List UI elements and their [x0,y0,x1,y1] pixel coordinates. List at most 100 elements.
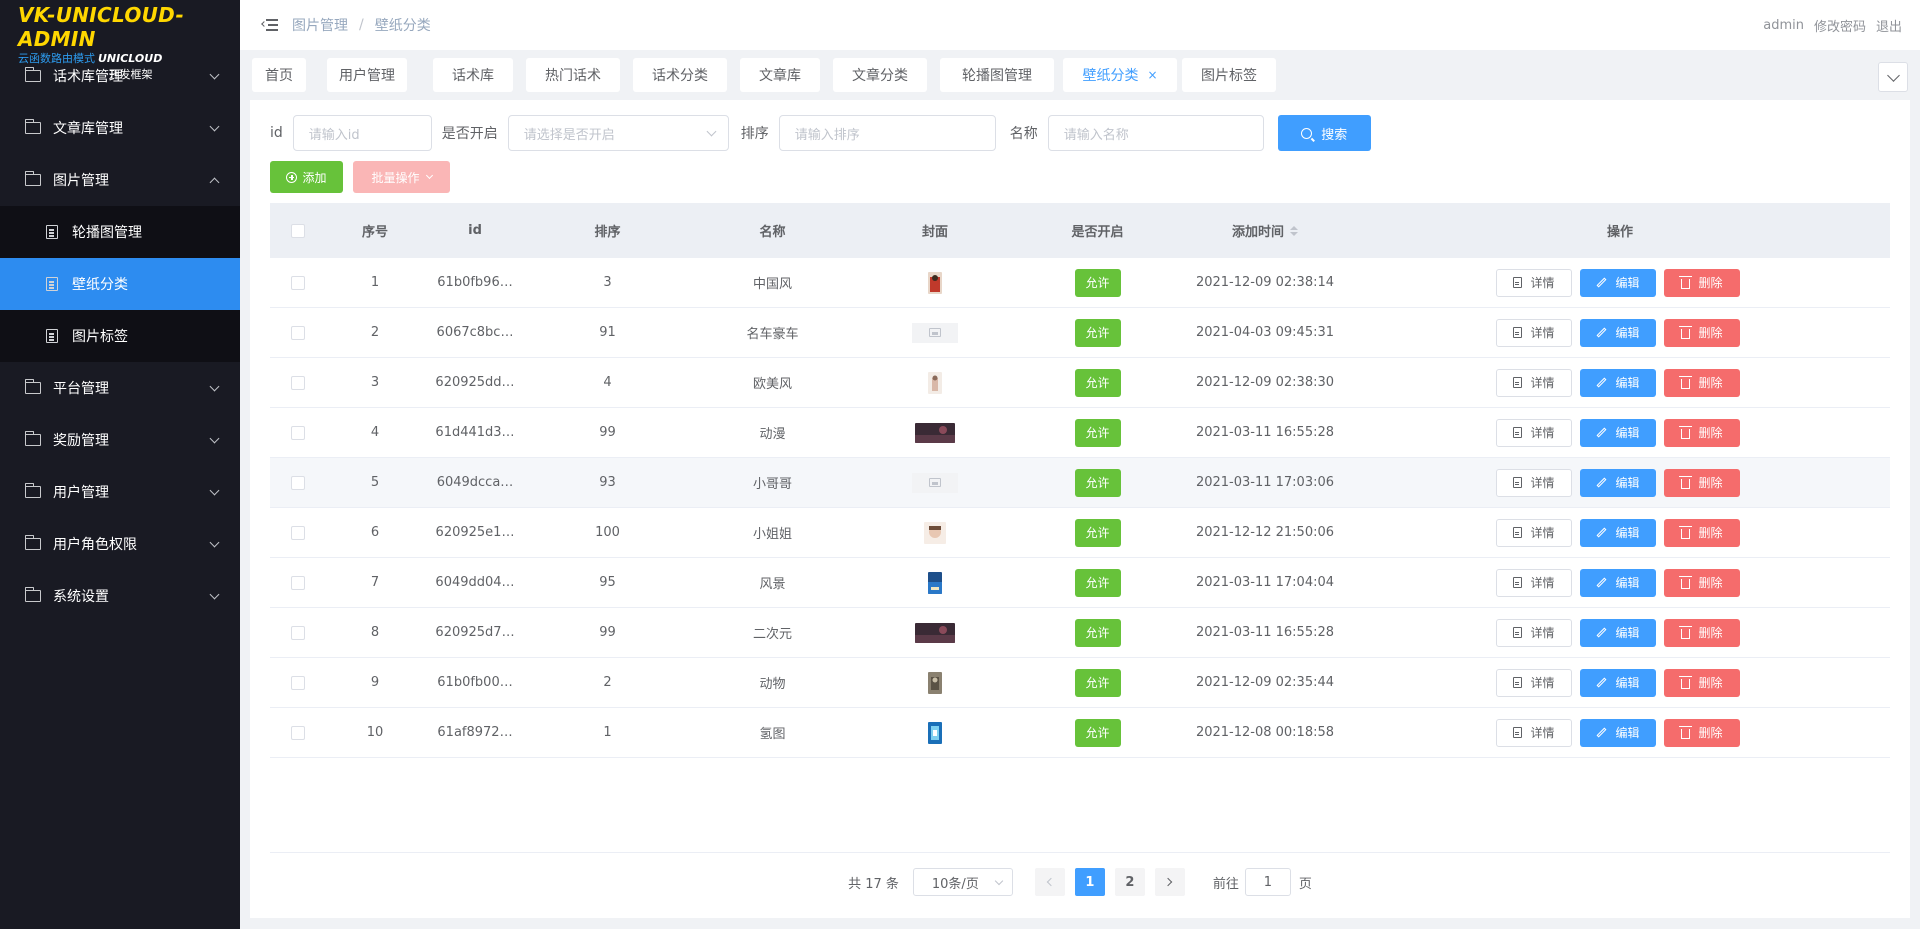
sidebar-subitem-wallpaper-category[interactable]: 壁纸分类 [0,258,240,310]
tag-banners[interactable]: 轮播图管理 [940,58,1054,92]
table-row[interactable]: 6 620925e1… 100 小姐姐 允许 2021-12-12 21:50:06 详情 编… [270,508,1890,558]
sidebar-item-platform[interactable]: 平台管理 [0,362,240,414]
table-row[interactable]: 7 6049dd04… 95 风景 允许 2021-03-11 17:04:04 详情 编辑 删… [270,558,1890,608]
table-row[interactable]: 4 61d441d3… 99 动漫 允许 2021-03-11 16:55:28 详情 编辑 删… [270,408,1890,458]
edit-button[interactable]: 编辑 [1580,718,1656,747]
prev-page-button[interactable] [1034,868,1065,896]
select-all-checkbox[interactable] [290,223,305,238]
table-row[interactable]: 2 6067c8bc… 91 名车豪车 允许 2021-04-03 09:45:31 详情 编… [270,308,1890,358]
page-button-1[interactable]: 1 [1074,868,1105,896]
collapse-sidebar-icon[interactable] [261,19,278,31]
sidebar-item-system[interactable]: 系统设置 [0,570,240,622]
edit-button[interactable]: 编辑 [1580,668,1656,697]
delete-button[interactable]: 删除 [1664,318,1740,347]
table-row[interactable]: 3 620925dd… 4 欧美风 允许 2021-12-09 02:38:30 详情 编辑 删… [270,358,1890,408]
tag-hot-scripts[interactable]: 热门话术 [526,58,620,92]
tag-home[interactable]: 首页 [252,58,306,92]
edit-button[interactable]: 编辑 [1580,268,1656,297]
cover-thumbnail[interactable] [928,571,942,594]
tag-wallpaper-category[interactable]: 壁纸分类 × [1063,58,1177,92]
add-button[interactable]: 添加 [270,161,343,193]
close-icon[interactable]: × [1147,68,1157,82]
cover-thumbnail[interactable] [928,271,942,294]
tag-article-category[interactable]: 文章分类 [833,58,927,92]
cover-thumbnail[interactable] [928,721,942,744]
tag-image-tags[interactable]: 图片标签 [1182,58,1276,92]
row-checkbox[interactable] [290,375,305,390]
cover-thumbnail[interactable] [912,472,958,493]
page-button-2[interactable]: 2 [1114,868,1145,896]
delete-button[interactable]: 删除 [1664,668,1740,697]
sidebar-subitem-image-tags[interactable]: 图片标签 [0,310,240,362]
delete-button[interactable]: 删除 [1664,268,1740,297]
delete-button[interactable]: 删除 [1664,718,1740,747]
table-row[interactable]: 5 6049dcca… 93 小哥哥 允许 2021-03-11 17:03:06 详情 编辑… [270,458,1890,508]
delete-button[interactable]: 删除 [1664,618,1740,647]
detail-button[interactable]: 详情 [1496,718,1572,747]
edit-button[interactable]: 编辑 [1580,468,1656,497]
row-checkbox[interactable] [290,425,305,440]
cover-thumbnail[interactable] [915,622,955,643]
row-checkbox[interactable] [290,625,305,640]
delete-button[interactable]: 删除 [1664,418,1740,447]
edit-button[interactable]: 编辑 [1580,318,1656,347]
tags-more-dropdown-icon[interactable] [1878,62,1908,92]
change-password-link[interactable]: 修改密码 [1814,16,1866,35]
sort-caret-icon[interactable] [1290,225,1298,236]
id-input[interactable]: 请输入id [292,115,432,151]
row-checkbox[interactable] [290,525,305,540]
tag-user-management[interactable]: 用户管理 [327,58,407,92]
logo[interactable]: VK-UNICLOUD-ADMIN 云函数路由模式 UNICLOUD 开发框架 [0,0,240,81]
goto-page-input[interactable]: 1 [1244,868,1291,896]
sort-input[interactable]: 请输入排序 [778,115,996,151]
edit-button[interactable]: 编辑 [1580,418,1656,447]
cover-thumbnail[interactable] [928,671,942,694]
row-checkbox[interactable] [290,325,305,340]
cover-thumbnail[interactable] [928,371,942,394]
next-page-button[interactable] [1154,868,1185,896]
detail-button[interactable]: 详情 [1496,368,1572,397]
search-button[interactable]: 搜索 [1277,115,1371,151]
detail-button[interactable]: 详情 [1496,618,1572,647]
cover-thumbnail[interactable] [924,521,946,544]
table-row[interactable]: 10 61af8972… 1 氢图 允许 2021-12-08 00:18:58 详情 编辑 删… [270,708,1890,758]
sidebar-item-rewards[interactable]: 奖励管理 [0,414,240,466]
cover-thumbnail[interactable] [912,322,958,343]
edit-button[interactable]: 编辑 [1580,618,1656,647]
sidebar-item-images[interactable]: 图片管理 [0,154,240,206]
delete-button[interactable]: 删除 [1664,368,1740,397]
detail-button[interactable]: 详情 [1496,418,1572,447]
tag-articles[interactable]: 文章库 [740,58,820,92]
name-input[interactable]: 请输入名称 [1047,115,1264,151]
logout-link[interactable]: 退出 [1876,16,1902,35]
column-header-time[interactable]: 添加时间 [1180,203,1350,258]
breadcrumb-item[interactable]: 图片管理 [292,15,348,35]
detail-button[interactable]: 详情 [1496,668,1572,697]
row-checkbox[interactable] [290,575,305,590]
delete-button[interactable]: 删除 [1664,518,1740,547]
delete-button[interactable]: 删除 [1664,468,1740,497]
table-row[interactable]: 8 620925d7… 99 二次元 允许 2021-03-11 16:55:28 详情 编辑… [270,608,1890,658]
row-checkbox[interactable] [290,475,305,490]
edit-button[interactable]: 编辑 [1580,568,1656,597]
detail-button[interactable]: 详情 [1496,468,1572,497]
detail-button[interactable]: 详情 [1496,318,1572,347]
tag-scripts[interactable]: 话术库 [433,58,513,92]
table-row[interactable]: 9 61b0fb00… 2 动物 允许 2021-12-09 02:35:44 详情 编辑 删除 [270,658,1890,708]
detail-button[interactable]: 详情 [1496,268,1572,297]
edit-button[interactable]: 编辑 [1580,518,1656,547]
open-select[interactable]: 请选择是否开启 [507,115,729,151]
row-checkbox[interactable] [290,275,305,290]
detail-button[interactable]: 详情 [1496,518,1572,547]
sidebar-item-scripts[interactable]: 话术库管理 [0,50,240,102]
page-size-select[interactable]: 10条/页 [912,868,1013,896]
row-checkbox[interactable] [290,725,305,740]
sidebar-item-roles[interactable]: 用户角色权限 [0,518,240,570]
tag-script-category[interactable]: 话术分类 [633,58,727,92]
delete-button[interactable]: 删除 [1664,568,1740,597]
edit-button[interactable]: 编辑 [1580,368,1656,397]
table-row[interactable]: 1 61b0fb96… 3 中国风 允许 2021-12-09 02:38:14 详情 编辑 删… [270,258,1890,308]
batch-actions-button[interactable]: 批量操作 [353,161,450,193]
username[interactable]: admin [1763,18,1804,33]
row-checkbox[interactable] [290,675,305,690]
